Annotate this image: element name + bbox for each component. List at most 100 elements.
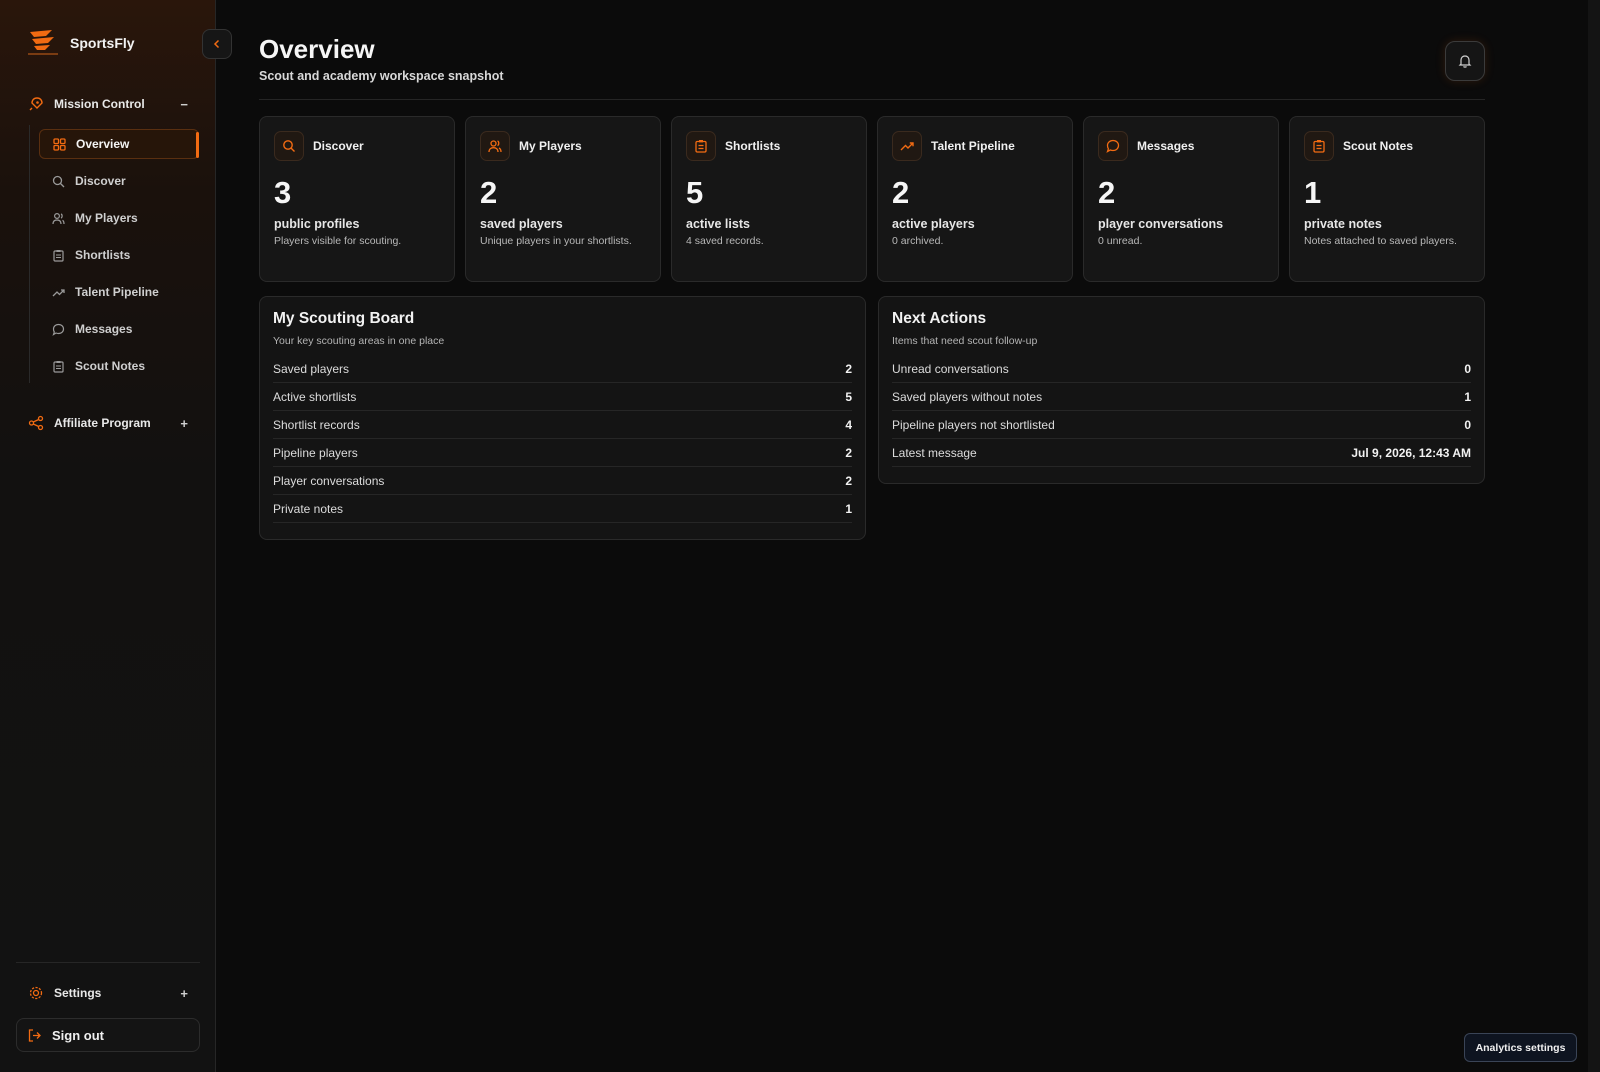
list-item: Latest message Jul 9, 2026, 12:43 AM xyxy=(892,439,1471,467)
group-affiliate-label: Affiliate Program xyxy=(54,416,151,430)
expand-toggle[interactable]: + xyxy=(180,416,188,431)
message-icon xyxy=(1098,131,1128,161)
panel-subtitle: Items that need scout follow-up xyxy=(892,335,1038,347)
sportsfly-logo xyxy=(28,30,58,55)
row-value: 1 xyxy=(845,501,852,516)
sidebar: SportsFly Mission Control − Overview Dis… xyxy=(0,0,216,1072)
page-subtitle: Scout and academy workspace snapshot xyxy=(259,69,504,83)
sidebar-item-talent-pipeline[interactable]: Talent Pipeline xyxy=(39,277,199,307)
row-label: Pipeline players not shortlisted xyxy=(892,417,1055,432)
list-item: Saved players 2 xyxy=(273,355,852,383)
stat-description: Notes attached to saved players. xyxy=(1304,235,1457,247)
list-item: Pipeline players not shortlisted 0 xyxy=(892,411,1471,439)
users-icon xyxy=(480,131,510,161)
chevron-left-icon xyxy=(213,39,220,49)
sign-out-label: Sign out xyxy=(52,1027,104,1043)
list-item: Saved players without notes 1 xyxy=(892,383,1471,411)
group-affiliate-program[interactable]: Affiliate Program + xyxy=(28,413,188,433)
next-actions-panel: Next Actions Items that need scout follo… xyxy=(878,296,1485,484)
search-icon xyxy=(52,175,65,187)
row-label: Shortlist records xyxy=(273,417,360,432)
row-value: 0 xyxy=(1464,417,1471,432)
stat-caption: public profiles xyxy=(274,217,360,231)
row-label: Unread conversations xyxy=(892,361,1009,376)
stat-caption: player conversations xyxy=(1098,217,1224,231)
analytics-settings-button[interactable]: Analytics settings xyxy=(1464,1033,1577,1062)
group-settings-label: Settings xyxy=(54,986,102,1000)
stat-description: 0 unread. xyxy=(1098,235,1143,247)
brand[interactable]: SportsFly xyxy=(26,28,135,58)
bell-icon xyxy=(1458,55,1472,68)
stat-description: 4 saved records. xyxy=(686,235,764,247)
notifications-button[interactable] xyxy=(1445,41,1485,81)
trending-up-icon xyxy=(892,131,922,161)
brand-name: SportsFly xyxy=(70,35,135,51)
scrollbar[interactable] xyxy=(1588,0,1600,1072)
list-item: Unread conversations 0 xyxy=(892,355,1471,383)
stat-label: Shortlists xyxy=(725,139,781,153)
stat-card-talent-pipeline[interactable]: Talent Pipeline 2 active players 0 archi… xyxy=(877,116,1073,282)
row-value: 0 xyxy=(1464,361,1471,376)
message-icon xyxy=(52,323,65,336)
stat-label: Discover xyxy=(313,139,364,153)
list-item: Active shortlists 5 xyxy=(273,383,852,411)
stat-value: 5 xyxy=(686,175,704,210)
collapse-toggle[interactable]: − xyxy=(180,97,188,112)
stat-value: 1 xyxy=(1304,175,1322,210)
row-value: 2 xyxy=(845,361,852,376)
panel-subtitle: Your key scouting areas in one place xyxy=(273,335,445,347)
row-label: Saved players without notes xyxy=(892,389,1043,404)
stat-label: Messages xyxy=(1137,139,1195,153)
sidebar-item-label: Discover xyxy=(75,174,126,188)
collapse-sidebar-button[interactable] xyxy=(202,29,232,59)
expand-toggle[interactable]: + xyxy=(180,986,188,1001)
stat-description: Players visible for scouting. xyxy=(274,235,402,247)
sidebar-item-shortlists[interactable]: Shortlists xyxy=(39,240,199,270)
search-icon xyxy=(274,131,304,161)
sidebar-item-label: Messages xyxy=(75,322,133,336)
stat-card-messages[interactable]: Messages 2 player conversations 0 unread… xyxy=(1083,116,1279,282)
panel-title: Next Actions xyxy=(892,310,987,327)
grid-icon xyxy=(53,137,66,151)
row-value: 1 xyxy=(1464,389,1471,404)
sidebar-item-my-players[interactable]: My Players xyxy=(39,203,199,233)
stat-card-shortlists[interactable]: Shortlists 5 active lists 4 saved record… xyxy=(671,116,867,282)
sidebar-item-overview[interactable]: Overview xyxy=(39,129,199,159)
stat-label: Talent Pipeline xyxy=(931,139,1015,153)
row-label: Latest message xyxy=(892,445,977,460)
stat-card-discover[interactable]: Discover 3 public profiles Players visib… xyxy=(259,116,455,282)
row-label: Private notes xyxy=(273,501,344,516)
list-item: Private notes 1 xyxy=(273,495,852,523)
page-title: Overview xyxy=(259,34,375,64)
list-item: Player conversations 2 xyxy=(273,467,852,495)
header-divider xyxy=(259,99,1485,100)
sidebar-item-discover[interactable]: Discover xyxy=(39,166,199,196)
sign-out-button[interactable]: Sign out xyxy=(16,1018,200,1052)
nav-guide-line xyxy=(29,125,30,383)
group-mission-control[interactable]: Mission Control − xyxy=(28,94,188,114)
log-out-icon xyxy=(28,1028,41,1042)
clipboard-icon xyxy=(686,131,716,161)
sidebar-item-label: Overview xyxy=(76,137,130,151)
list-item: Pipeline players 2 xyxy=(273,439,852,467)
clipboard-icon xyxy=(53,360,64,373)
stat-description: 0 archived. xyxy=(892,235,944,247)
stat-card-scout-notes[interactable]: Scout Notes 1 private notes Notes attach… xyxy=(1289,116,1485,282)
row-value: 2 xyxy=(845,445,852,460)
stat-value: 3 xyxy=(274,175,292,210)
stat-description: Unique players in your shortlists. xyxy=(480,235,632,247)
scouting-board-list: Saved players 2 Active shortlists 5 Shortl… xyxy=(273,355,852,523)
sidebar-item-messages[interactable]: Messages xyxy=(39,314,199,344)
stat-label: My Players xyxy=(519,139,582,153)
group-settings[interactable]: Settings + xyxy=(28,983,188,1003)
sidebar-item-scout-notes[interactable]: Scout Notes xyxy=(39,351,199,381)
row-value: Jul 9, 2026, 12:43 AM xyxy=(1351,445,1471,460)
row-label: Player conversations xyxy=(273,473,385,488)
users-icon xyxy=(52,212,65,224)
row-value: 2 xyxy=(845,473,852,488)
share-icon xyxy=(28,415,44,431)
sidebar-divider xyxy=(16,962,200,963)
row-label: Pipeline players xyxy=(273,445,358,460)
stat-card-my-players[interactable]: My Players 2 saved players Unique player… xyxy=(465,116,661,282)
stat-caption: private notes xyxy=(1304,217,1382,231)
